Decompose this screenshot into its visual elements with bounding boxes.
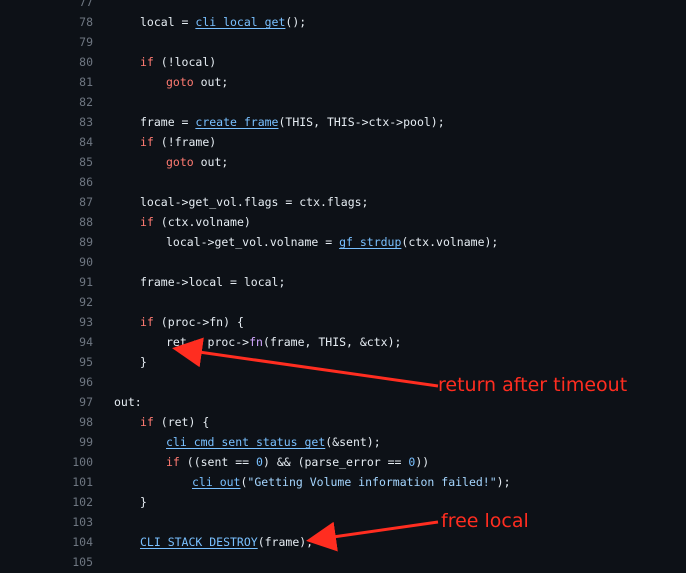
timeout-arrow [172,337,439,388]
free-local-arrow [306,520,439,552]
annotation-arrows [172,337,439,552]
annotation-free-local: free local [441,510,529,532]
annotation-return-after-timeout: return after timeout [438,374,628,396]
